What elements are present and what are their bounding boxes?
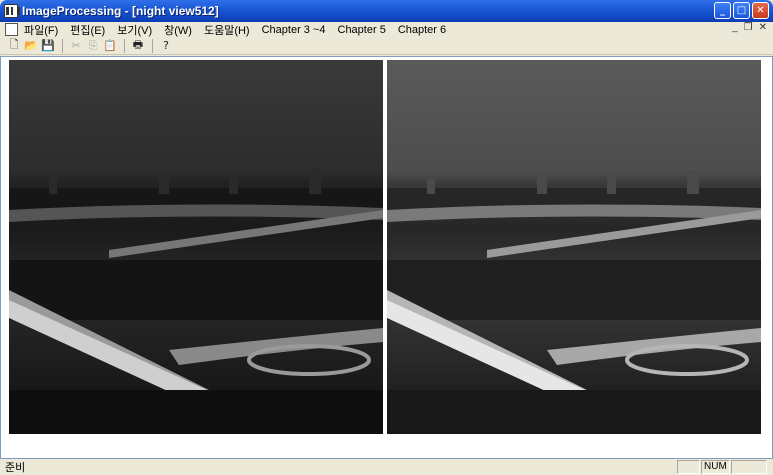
window-title: ImageProcessing - [night view512] xyxy=(22,4,219,18)
toolbar-separator xyxy=(152,38,153,53)
mdi-minimize-icon[interactable]: _ xyxy=(732,22,738,33)
minimize-button[interactable]: _ xyxy=(714,2,731,19)
save-button[interactable]: 💾 xyxy=(40,38,56,54)
status-pane-scroll xyxy=(731,460,767,474)
menu-file[interactable]: 파일(F) xyxy=(24,22,58,38)
help-icon: ? xyxy=(163,39,169,52)
menu-bar: 파일(F) 편집(E) 보기(V) 창(W) 도움말(H) Chapter 3 … xyxy=(0,22,773,37)
maximize-icon: □ xyxy=(736,5,747,16)
cut-button[interactable]: ✂ xyxy=(68,38,84,54)
mdi-client-area[interactable] xyxy=(0,56,773,459)
close-icon: ✕ xyxy=(756,5,765,16)
menu-chapter-3-4[interactable]: Chapter 3 ~4 xyxy=(262,24,326,36)
cut-icon: ✂ xyxy=(71,39,81,52)
toolbar: 🗋 📂 💾 ✂ ⎘ 📋 🖶 ? xyxy=(0,37,773,55)
menu-edit[interactable]: 편집(E) xyxy=(70,22,105,38)
toolbar-separator xyxy=(62,38,63,53)
paste-button[interactable]: 📋 xyxy=(102,38,118,54)
paste-icon: 📋 xyxy=(103,39,117,52)
status-text: 준비 xyxy=(5,462,26,474)
mdi-close-icon[interactable]: ✕ xyxy=(759,22,767,33)
app-icon[interactable] xyxy=(4,4,20,18)
maximize-button[interactable]: □ xyxy=(733,2,750,19)
status-pane-num: NUM xyxy=(701,460,730,474)
processed-night-view-drawing xyxy=(387,170,761,434)
status-pane-caps xyxy=(677,460,700,474)
mdi-restore-icon[interactable]: ❐ xyxy=(744,22,753,33)
original-image xyxy=(9,60,383,434)
print-icon: 🖶 xyxy=(132,38,144,51)
copy-button[interactable]: ⎘ xyxy=(85,38,101,54)
menu-help[interactable]: 도움말(H) xyxy=(204,22,250,38)
close-button[interactable]: ✕ xyxy=(752,2,769,19)
document-icon[interactable] xyxy=(5,23,18,36)
title-bar: ImageProcessing - [night view512] _ □ ✕ xyxy=(0,0,773,22)
new-file-button[interactable]: 🗋 xyxy=(6,38,22,54)
open-folder-icon: 📂 xyxy=(24,39,38,52)
new-file-icon: 🗋 xyxy=(9,38,19,51)
help-button[interactable]: ? xyxy=(158,38,174,54)
menu-chapter-5[interactable]: Chapter 5 xyxy=(338,24,386,36)
processed-image xyxy=(387,60,761,434)
toolbar-separator xyxy=(124,38,125,53)
save-icon: 💾 xyxy=(41,39,55,52)
menu-window[interactable]: 창(W) xyxy=(164,22,192,38)
copy-icon: ⎘ xyxy=(88,38,98,52)
minimize-icon: _ xyxy=(720,5,725,16)
menu-chapter-6[interactable]: Chapter 6 xyxy=(398,24,446,36)
print-button[interactable]: 🖶 xyxy=(130,38,146,54)
status-bar: 준비 NUM xyxy=(0,459,773,475)
original-night-view-drawing xyxy=(9,170,383,434)
open-button[interactable]: 📂 xyxy=(23,38,39,54)
